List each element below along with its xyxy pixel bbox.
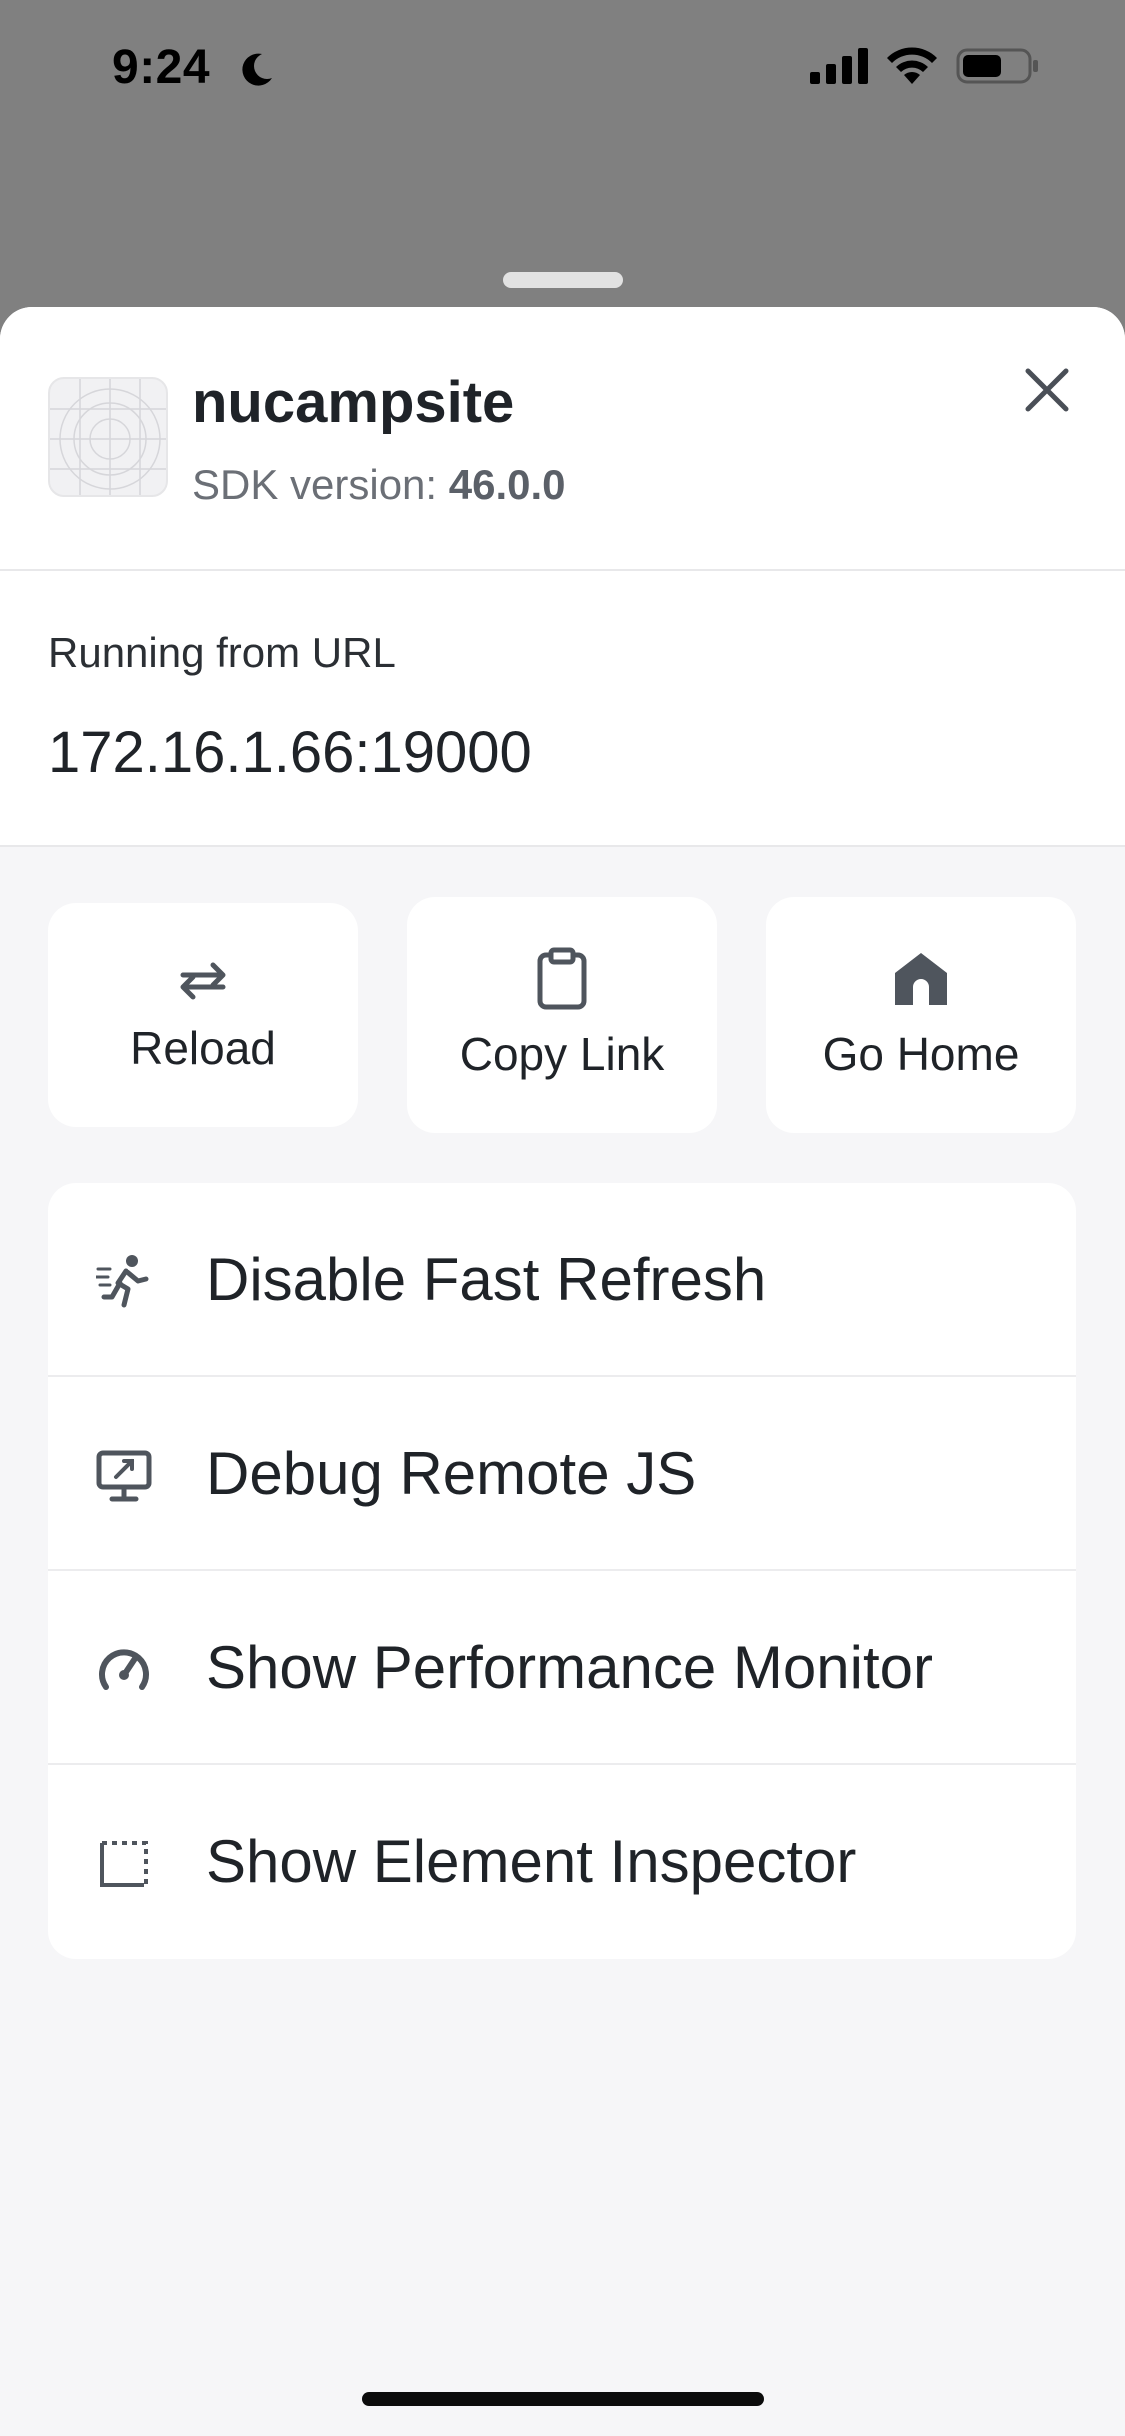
copy-link-label: Copy Link bbox=[459, 1028, 665, 1080]
menu-item-debug-remote-js[interactable]: Debug Remote JS bbox=[48, 1377, 1076, 1571]
url-label: Running from URL bbox=[48, 629, 396, 676]
reload-label: Reload bbox=[130, 1022, 276, 1074]
sdk-version: SDK version: 46.0.0 bbox=[192, 461, 566, 509]
home-indicator[interactable] bbox=[362, 2392, 764, 2406]
dev-menu-sheet: nucampsite SDK version: 46.0.0 Running f… bbox=[0, 307, 1125, 2436]
clipboard-icon bbox=[537, 947, 587, 1010]
sheet-grabber[interactable] bbox=[503, 272, 623, 288]
menu-item-show-performance-monitor[interactable]: Show Performance Monitor bbox=[48, 1571, 1076, 1765]
reload-icon bbox=[180, 962, 226, 1000]
app-header: nucampsite SDK version: 46.0.0 bbox=[0, 307, 1125, 571]
go-home-label: Go Home bbox=[822, 1028, 1020, 1080]
running-person-icon bbox=[96, 1255, 149, 1308]
copy-link-button[interactable]: Copy Link bbox=[407, 897, 717, 1133]
monitor-debug-icon bbox=[96, 1450, 152, 1502]
status-time: 9:24 bbox=[112, 41, 211, 94]
url-section: Running from URL 172.16.1.66:19000 bbox=[0, 571, 1125, 847]
sdk-version-value: 46.0.0 bbox=[448, 461, 566, 508]
menu-label-show-performance-monitor: Show Performance Monitor bbox=[206, 1634, 933, 1701]
sdk-label: SDK version: bbox=[192, 461, 438, 508]
cellular-signal-icon bbox=[810, 48, 868, 84]
moon-icon bbox=[242, 53, 272, 86]
app-name: nucampsite bbox=[192, 370, 515, 435]
url-value: 172.16.1.66:19000 bbox=[48, 720, 532, 785]
inspector-frame-icon bbox=[100, 1841, 148, 1887]
menu-label-disable-fast-refresh: Disable Fast Refresh bbox=[206, 1246, 767, 1313]
home-icon bbox=[895, 953, 947, 1005]
menu-item-show-element-inspector[interactable]: Show Element Inspector bbox=[48, 1765, 1076, 1959]
menu-item-disable-fast-refresh[interactable]: Disable Fast Refresh bbox=[48, 1183, 1076, 1377]
speedometer-icon bbox=[99, 1649, 149, 1690]
go-home-button[interactable]: Go Home bbox=[766, 897, 1076, 1133]
dev-menu-list: Disable Fast Refresh Debug Remote JS Sho… bbox=[48, 1183, 1076, 1959]
menu-label-debug-remote-js: Debug Remote JS bbox=[206, 1440, 697, 1507]
action-buttons: Reload Copy Link Go Home bbox=[0, 847, 1125, 1187]
battery-icon bbox=[956, 48, 1038, 84]
status-bar: 9:24 bbox=[0, 0, 1125, 140]
wifi-icon bbox=[887, 47, 937, 84]
app-icon bbox=[48, 377, 168, 497]
menu-label-show-element-inspector: Show Element Inspector bbox=[206, 1828, 857, 1895]
reload-button[interactable]: Reload bbox=[48, 903, 358, 1127]
close-icon[interactable] bbox=[1020, 363, 1074, 417]
